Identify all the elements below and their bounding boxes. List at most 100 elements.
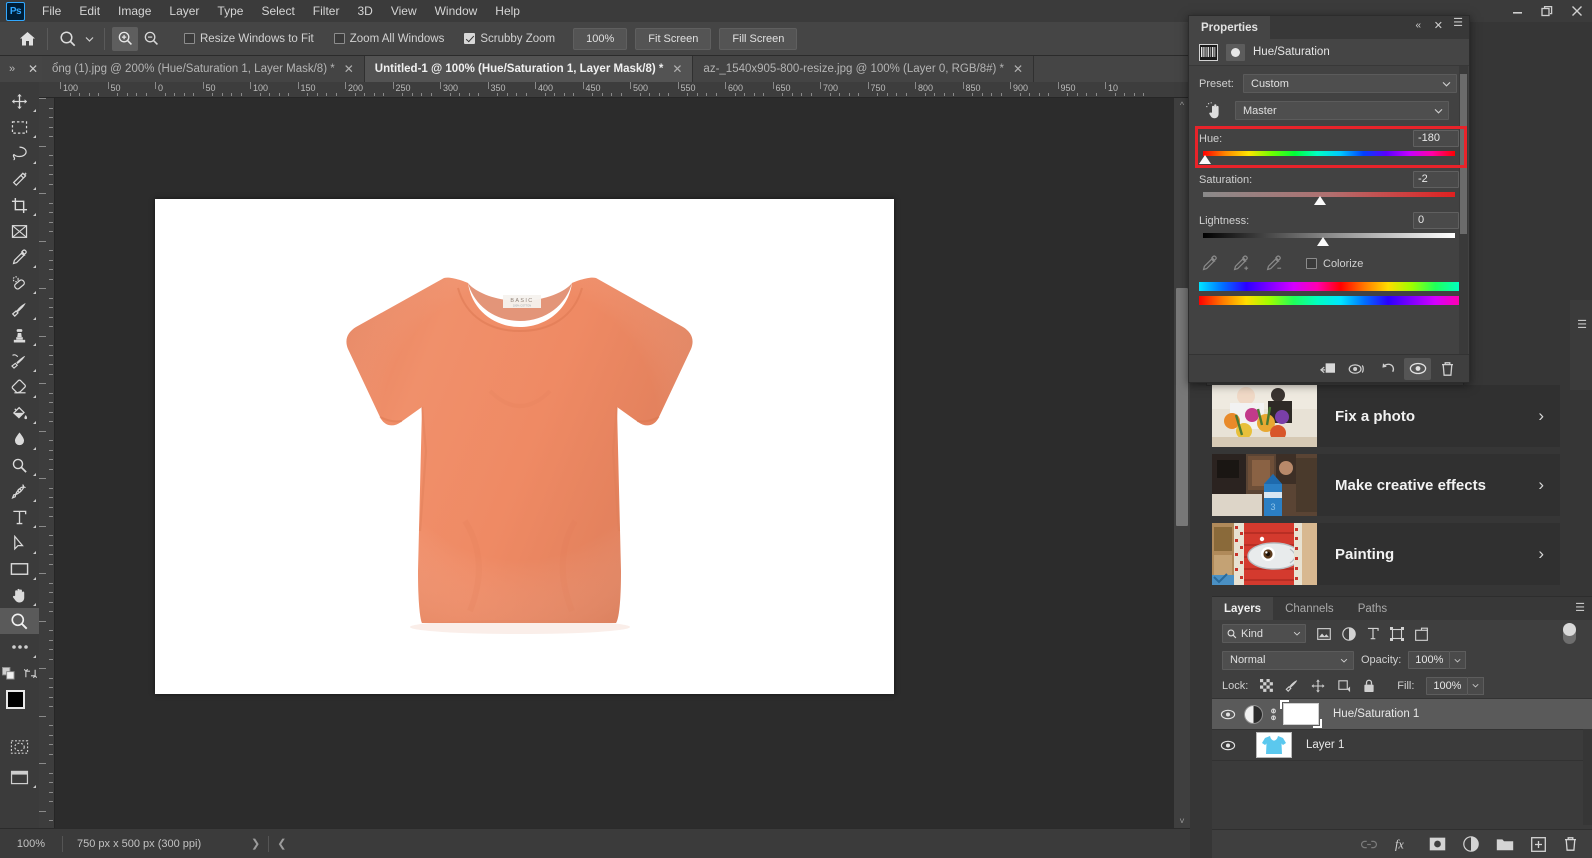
fill-value-input[interactable]: 100% (1426, 677, 1468, 695)
horizontal-ruler[interactable]: 1005005010015020025030035040045050055060… (39, 82, 1190, 98)
new-adjustment-layer-icon[interactable] (1463, 836, 1479, 852)
menu-layer[interactable]: Layer (160, 1, 208, 21)
screen-mode-icon[interactable] (0, 764, 39, 790)
menu-type[interactable]: Type (208, 1, 252, 21)
path-arrow-icon[interactable] (0, 530, 39, 556)
close-button[interactable] (1562, 0, 1592, 22)
delete-layer-icon[interactable] (1563, 836, 1578, 852)
move-tool[interactable] (0, 88, 39, 114)
layer-name[interactable]: Layer 1 (1292, 739, 1344, 751)
tab-paths[interactable]: Paths (1346, 597, 1399, 620)
document-tab-3[interactable]: az-_1540x905-800-resize.jpg @ 100% (Laye… (693, 56, 1034, 82)
link-layers-icon[interactable] (1361, 839, 1377, 850)
zoom-tool-icon[interactable] (55, 27, 81, 51)
layer-style-fx-icon[interactable]: fx (1394, 837, 1412, 852)
menu-image[interactable]: Image (109, 1, 160, 21)
crop-tool[interactable] (0, 192, 39, 218)
lock-position-icon[interactable] (1311, 679, 1325, 693)
ellipsis-icon[interactable] (0, 634, 39, 660)
saturation-slider[interactable] (1199, 190, 1459, 206)
menu-3d[interactable]: 3D (348, 1, 381, 21)
layer-name[interactable]: Hue/Saturation 1 (1319, 708, 1419, 720)
quick-mask-icon[interactable] (0, 734, 39, 760)
zoom-in-icon[interactable] (112, 27, 138, 51)
vertical-ruler[interactable] (39, 98, 55, 828)
layer-thumbnail[interactable] (1256, 732, 1292, 758)
panel-menu-icon[interactable]: ☰ (1453, 22, 1463, 25)
chevron-right-icon[interactable]: ❯ (243, 837, 268, 850)
eyedropper-tool[interactable] (0, 244, 39, 270)
lock-artboard-nesting-icon[interactable] (1337, 679, 1351, 693)
chevron-down-icon[interactable] (81, 27, 97, 51)
zoom-level[interactable]: 100% (0, 838, 62, 850)
add-layer-mask-icon[interactable] (1429, 837, 1446, 851)
scrubby-zoom-checkbox[interactable]: Scrubby Zoom (464, 33, 555, 45)
eyedropper-add-icon[interactable] (1232, 255, 1251, 272)
rectangular-marquee-tool[interactable] (0, 114, 39, 140)
clone-stamp-tool[interactable] (0, 322, 39, 348)
swap-colors-icon[interactable] (24, 667, 37, 680)
clip-to-layer-icon[interactable] (1314, 358, 1341, 380)
home-icon[interactable] (14, 27, 40, 51)
tab-channels[interactable]: Channels (1273, 597, 1346, 620)
shape-layer-filter-icon[interactable] (1390, 627, 1404, 641)
close-icon[interactable]: ✕ (672, 62, 682, 76)
hand-tool[interactable] (0, 582, 39, 608)
default-colors-icon[interactable] (2, 667, 15, 680)
zoom-tool[interactable] (0, 608, 39, 634)
close-icon[interactable]: ✕ (24, 56, 42, 82)
discover-card-fix-a-photo[interactable]: Fix a photo › (1212, 385, 1560, 447)
history-brush-icon[interactable] (0, 348, 39, 374)
hue-value-input[interactable]: -180 (1413, 130, 1459, 147)
chevron-left-icon[interactable]: ❮ (269, 837, 294, 850)
filter-kind-dropdown[interactable]: Kind (1222, 624, 1306, 643)
layer-visibility-toggle[interactable] (1212, 709, 1244, 720)
fit-screen-button[interactable]: Fit Screen (635, 28, 711, 50)
layer-visibility-toggle[interactable] (1212, 740, 1244, 751)
eyedropper-icon[interactable] (1201, 255, 1218, 272)
brush-tool[interactable] (0, 296, 39, 322)
adjustment-layer-filter-icon[interactable] (1342, 627, 1356, 641)
tab-properties[interactable]: Properties (1189, 16, 1270, 39)
filter-toggle-switch[interactable] (1563, 624, 1576, 644)
type-t-icon[interactable] (0, 504, 39, 530)
double-chevron-right-icon[interactable]: » (0, 56, 24, 82)
opacity-value-input[interactable]: 100% (1408, 651, 1450, 669)
blend-mode-dropdown[interactable]: Normal (1222, 651, 1354, 670)
lightness-slider[interactable] (1199, 231, 1459, 247)
close-icon[interactable]: ✕ (1013, 62, 1023, 76)
discover-card-painting[interactable]: Painting › (1212, 523, 1560, 585)
lightness-value-input[interactable]: 0 (1413, 212, 1459, 229)
saturation-value-input[interactable]: -2 (1413, 171, 1459, 188)
panel-menu-icon[interactable]: ☰ (1575, 597, 1592, 620)
table-row[interactable]: Hue/Saturation 1 (1212, 699, 1592, 730)
preset-dropdown[interactable]: Custom (1243, 74, 1457, 93)
tab-layers[interactable]: Layers (1212, 597, 1273, 620)
frame-tool[interactable] (0, 218, 39, 244)
dodge-icon[interactable] (0, 452, 39, 478)
menu-edit[interactable]: Edit (70, 1, 109, 21)
toggle-visibility-icon[interactable] (1404, 358, 1431, 380)
type-layer-filter-icon[interactable] (1367, 627, 1379, 640)
scrollbar-thumb[interactable] (1460, 74, 1467, 234)
menu-select[interactable]: Select (252, 1, 303, 21)
link-mask-icon[interactable] (1269, 708, 1278, 721)
scroll-down-icon[interactable]: ˅ (1174, 814, 1190, 828)
hue-saturation-adjustment-icon[interactable] (1199, 44, 1218, 61)
fill-stepper-chevron-icon[interactable] (1468, 677, 1484, 695)
magic-wand-icon[interactable] (0, 166, 39, 192)
document-tab-1[interactable]: ổng (1).jpg @ 200% (Hue/Saturation 1, La… (42, 56, 365, 82)
on-image-adjust-icon[interactable] (1199, 102, 1231, 120)
adjustment-layer-thumbnail[interactable] (1244, 705, 1263, 724)
blur-drop-icon[interactable] (0, 426, 39, 452)
restore-button[interactable] (1532, 0, 1562, 22)
menu-filter[interactable]: Filter (304, 1, 349, 21)
saturation-slider-thumb[interactable] (1314, 196, 1326, 205)
reset-icon[interactable] (1374, 358, 1401, 380)
delete-icon[interactable] (1434, 358, 1461, 380)
paint-bucket-icon[interactable] (0, 400, 39, 426)
pixel-layer-filter-icon[interactable] (1317, 628, 1331, 640)
view-previous-state-icon[interactable] (1344, 358, 1371, 380)
rectangle-icon[interactable] (0, 556, 39, 582)
opacity-stepper-chevron-icon[interactable] (1450, 651, 1466, 669)
